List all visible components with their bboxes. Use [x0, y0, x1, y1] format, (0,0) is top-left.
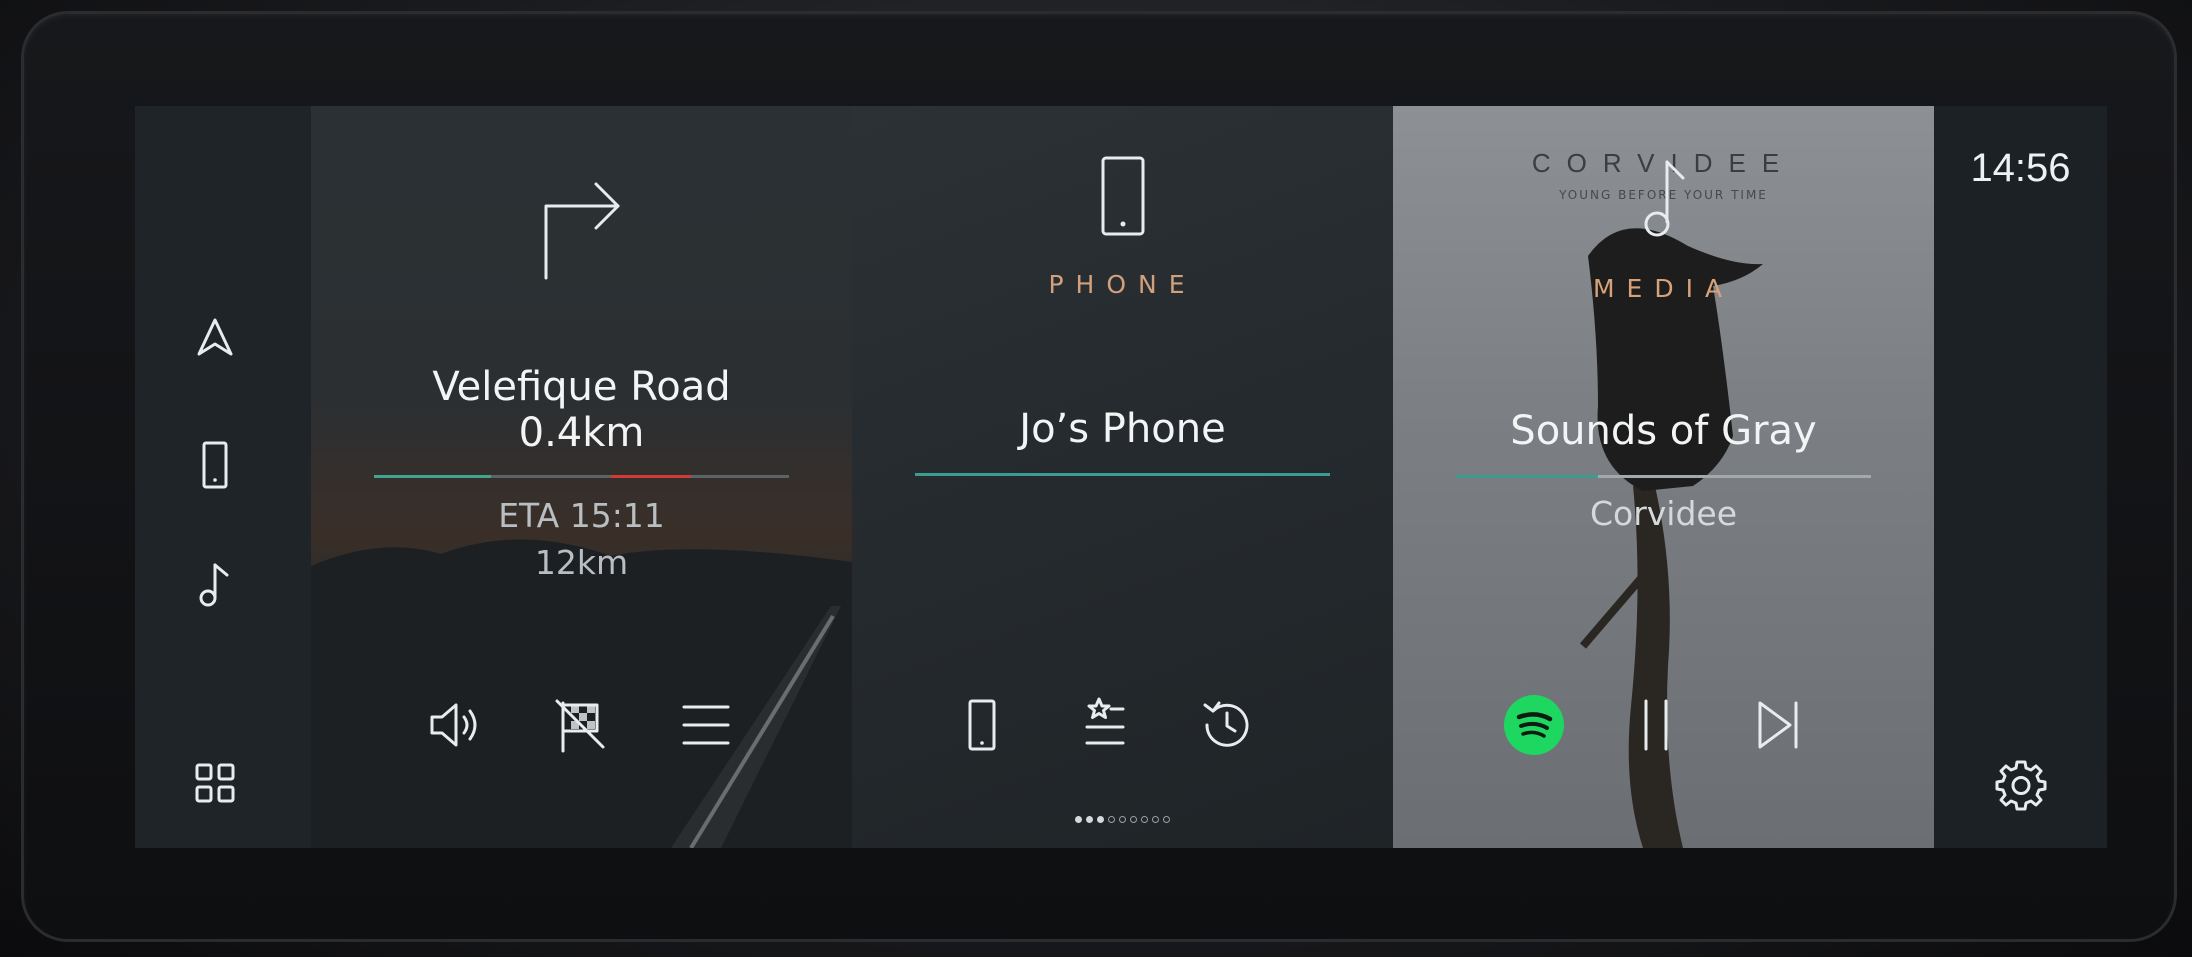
page-dot: [1075, 816, 1082, 823]
pause-icon: [1644, 699, 1668, 751]
spotify-icon: [1504, 695, 1564, 755]
nav-turn-distance: 0.4km: [518, 410, 645, 456]
nav-remaining-distance: 12km: [534, 543, 629, 582]
music-note-icon: [1644, 160, 1684, 237]
page-dot: [1130, 816, 1137, 823]
connected-phone-name: Jo’s Phone: [1019, 406, 1226, 452]
nav-street-name: Velefique Road: [432, 364, 731, 410]
grid-icon: [195, 763, 235, 803]
phone-panel-label: PHONE: [1048, 270, 1197, 299]
left-nav-rail: [135, 106, 311, 848]
phone-device-button[interactable]: [947, 690, 1017, 760]
page-indicator: [852, 808, 1393, 827]
track-progress-fill: [1456, 475, 1598, 478]
phone-icon: [1101, 156, 1144, 236]
media-source-button[interactable]: [1499, 690, 1569, 760]
skip-next-icon: [1758, 701, 1798, 749]
cancel-route-button[interactable]: [546, 690, 616, 760]
music-note-icon: [199, 563, 229, 607]
favourites-list-icon: [1085, 697, 1125, 745]
phone-icon: [968, 699, 996, 751]
media-panel[interactable]: CORVIDEE YOUNG BEFORE YOUR TIME MEDIA So…: [1393, 106, 1934, 848]
phone-divider: [915, 473, 1330, 476]
gear-icon: [1995, 760, 2047, 811]
media-nav-button[interactable]: [183, 553, 247, 617]
pause-button[interactable]: [1621, 690, 1691, 760]
page-dot: [1163, 816, 1170, 823]
recent-calls-button[interactable]: [1192, 690, 1262, 760]
menu-icon: [682, 705, 730, 745]
speaker-icon: [430, 703, 477, 747]
right-status-rail: 14:56: [1934, 106, 2107, 848]
phone-icon: [202, 441, 228, 489]
page-dot: [1086, 816, 1093, 823]
page-dot: [1119, 816, 1126, 823]
clock: 14:56: [1970, 146, 2071, 190]
favourites-button[interactable]: [1070, 690, 1140, 760]
page-dot: [1152, 816, 1159, 823]
page-dot: [1108, 816, 1115, 823]
app-grid-button[interactable]: [183, 751, 247, 815]
cancel-flag-icon: [555, 699, 605, 753]
settings-button[interactable]: [1989, 752, 2053, 816]
next-track-button[interactable]: [1743, 690, 1813, 760]
media-panel-label: MEDIA: [1592, 274, 1735, 303]
nav-eta: ETA 15:11: [498, 496, 665, 535]
track-title: Sounds of Gray: [1510, 408, 1817, 454]
route-traffic-segment: [611, 475, 691, 478]
phone-nav-button[interactable]: [183, 433, 247, 497]
page-dot: [1141, 816, 1148, 823]
phone-panel[interactable]: PHONE Jo’s Phone: [852, 106, 1393, 848]
track-artist: Corvidee: [1589, 494, 1738, 533]
navigation-arrow-icon: [197, 318, 233, 356]
voice-guidance-button[interactable]: [421, 690, 491, 760]
navigation-nav-button[interactable]: [183, 306, 247, 370]
history-icon: [1203, 701, 1249, 747]
navigation-panel[interactable]: Velefique Road 0.4km ETA 15:11 12km: [311, 106, 852, 848]
page-dot: [1097, 816, 1104, 823]
infotainment-screen: Velefique Road 0.4km ETA 15:11 12km PHON…: [135, 106, 2107, 848]
nav-menu-button[interactable]: [671, 690, 741, 760]
route-progress-fill: [374, 475, 491, 478]
turn-right-arrow-icon: [544, 182, 619, 280]
